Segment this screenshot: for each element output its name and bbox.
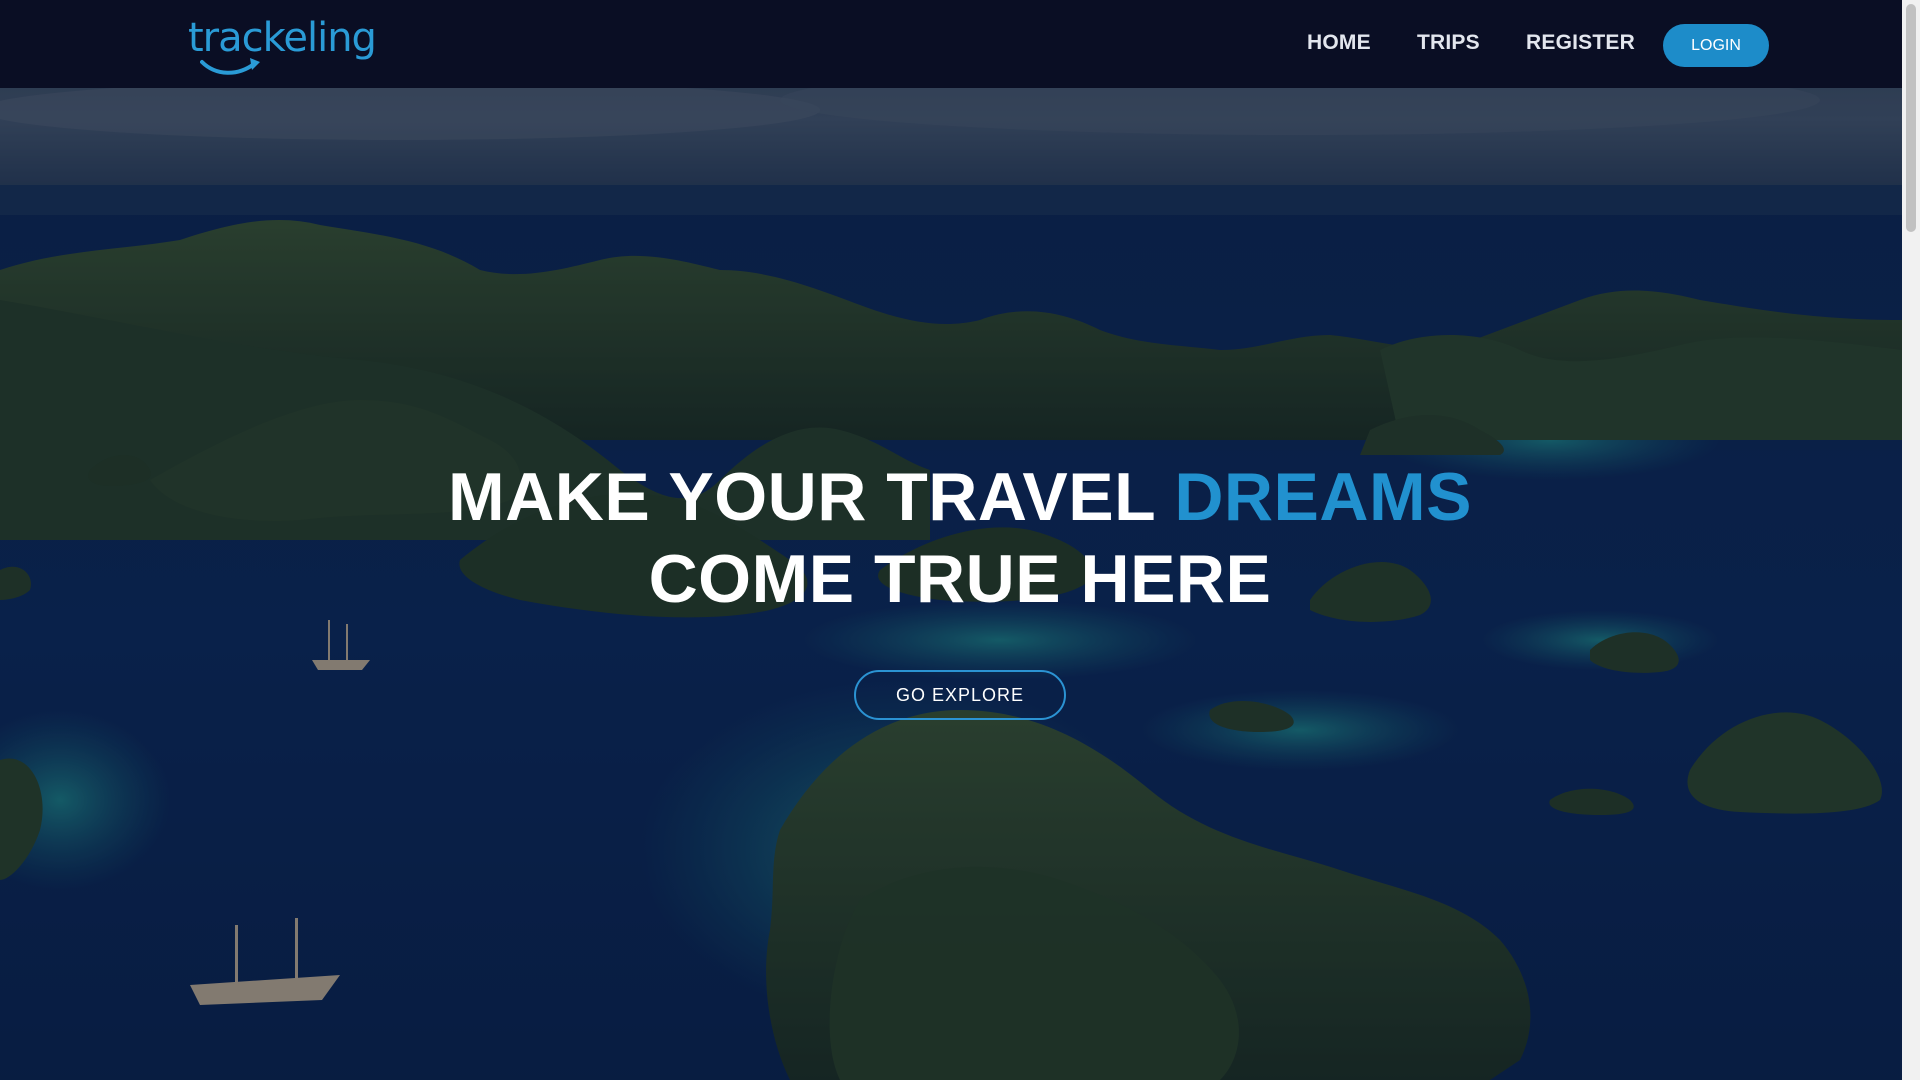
nav-register-link[interactable]: REGISTER [1526, 30, 1635, 56]
brand-logo[interactable]: trackeling [188, 14, 377, 78]
hero-headline: MAKE YOUR TRAVEL DREAMS COME TRUE HERE [0, 456, 1902, 620]
headline-white-text: MAKE YOUR TRAVEL [447, 459, 1175, 535]
headline-line-2: COME TRUE HERE [648, 541, 1272, 617]
swoosh-icon [200, 58, 260, 75]
headline-accent-text: DREAMS [1174, 459, 1473, 535]
page-viewport: trackeling HOME TRIPS REGISTER LOGIN MAK… [0, 0, 1902, 1080]
go-explore-button[interactable]: GO EXPLORE [854, 670, 1066, 720]
headline-line-1: MAKE YOUR TRAVEL DREAMS [0, 456, 1902, 538]
login-button[interactable]: LOGIN [1663, 24, 1769, 67]
vertical-scrollbar[interactable] [1902, 0, 1920, 1080]
nav-home-link[interactable]: HOME [1307, 30, 1371, 56]
scrollbar-thumb[interactable] [1906, 4, 1916, 232]
top-navbar: trackeling HOME TRIPS REGISTER LOGIN [0, 0, 1902, 88]
nav-trips-link[interactable]: TRIPS [1417, 30, 1480, 56]
